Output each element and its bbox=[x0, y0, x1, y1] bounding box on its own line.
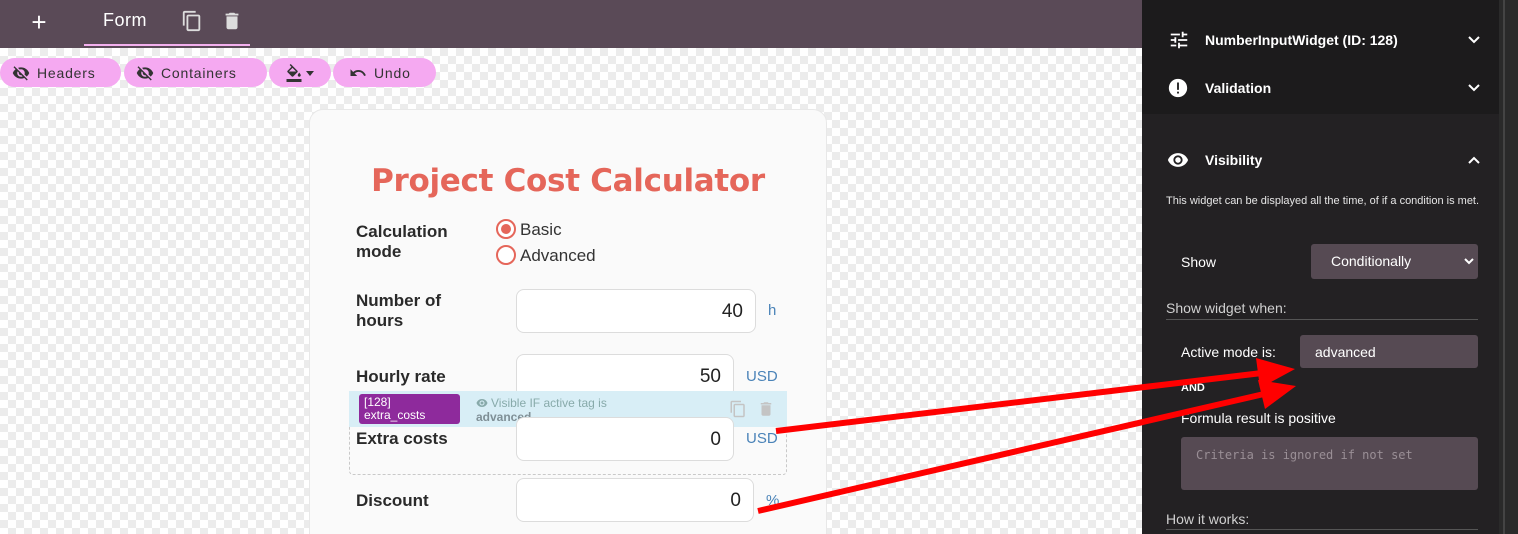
eye-off-icon bbox=[12, 65, 30, 80]
rate-label: Hourly rate bbox=[356, 367, 446, 386]
chevron-down-icon[interactable] bbox=[1463, 255, 1475, 267]
copy-icon[interactable] bbox=[181, 10, 203, 32]
hours-label: Number of hours bbox=[356, 291, 441, 330]
widget-header-title[interactable]: NumberInputWidget (ID: 128) bbox=[1205, 32, 1398, 48]
undo-button[interactable]: Undo bbox=[333, 58, 436, 87]
panel-scrollbar[interactable] bbox=[1499, 0, 1518, 534]
copy-icon[interactable] bbox=[729, 399, 747, 419]
extra-costs-input[interactable]: 0 bbox=[516, 417, 734, 461]
calc-mode-label: Calculation mode bbox=[356, 222, 448, 261]
eye-icon bbox=[476, 399, 488, 407]
hours-input[interactable]: 40 bbox=[516, 289, 756, 333]
validation-header-title[interactable]: Validation bbox=[1205, 80, 1271, 96]
tab-form-label: Form bbox=[103, 10, 147, 30]
toggle-containers-button[interactable]: Containers bbox=[124, 58, 267, 87]
criteria-textarea[interactable]: Criteria is ignored if not set bbox=[1181, 437, 1478, 490]
active-mode-input[interactable]: advanced bbox=[1300, 335, 1478, 368]
extra-costs-label: Extra costs bbox=[356, 429, 448, 448]
discount-input[interactable]: 0 bbox=[516, 478, 754, 522]
chevron-down-icon[interactable] bbox=[1467, 81, 1481, 95]
undo-icon bbox=[350, 68, 366, 76]
radio-basic-label: Basic bbox=[520, 220, 562, 239]
tab-form[interactable]: Form bbox=[84, 0, 250, 46]
divider bbox=[1166, 529, 1478, 530]
visibility-header-title[interactable]: Visibility bbox=[1205, 152, 1262, 168]
trash-icon[interactable] bbox=[221, 10, 243, 32]
tune-icon bbox=[1170, 31, 1188, 49]
widget-name: extra_costs bbox=[364, 408, 426, 422]
visibility-note-text: Visible IF active tag is bbox=[491, 396, 607, 410]
radio-advanced[interactable] bbox=[496, 245, 516, 265]
chevron-up-icon[interactable] bbox=[1467, 153, 1481, 167]
divider bbox=[1166, 319, 1478, 320]
panel-scrollbar-line bbox=[1503, 0, 1505, 534]
paint-bucket-icon bbox=[286, 63, 302, 82]
active-mode-label: Active mode is: bbox=[1181, 344, 1276, 360]
form-title: Project Cost Calculator bbox=[371, 163, 765, 199]
panel-header-section bbox=[1142, 0, 1499, 114]
visibility-description: This widget can be displayed all the tim… bbox=[1166, 195, 1480, 207]
eye-icon bbox=[1167, 153, 1189, 167]
eye-off-icon bbox=[136, 65, 154, 80]
how-it-works-label: How it works: bbox=[1166, 511, 1250, 527]
undo-label: Undo bbox=[374, 64, 411, 81]
widget-id-badge: [128] extra_costs bbox=[359, 394, 460, 424]
show-when-label: Show widget when: bbox=[1166, 300, 1287, 316]
and-label: AND bbox=[1181, 382, 1205, 394]
trash-icon[interactable] bbox=[757, 399, 775, 419]
show-label: Show bbox=[1181, 254, 1217, 270]
top-bar: + Form bbox=[0, 0, 1142, 48]
radio-basic[interactable] bbox=[496, 219, 516, 239]
discount-label: Discount bbox=[356, 491, 429, 510]
caret-down-icon bbox=[306, 70, 314, 76]
show-select[interactable]: Conditionally bbox=[1311, 244, 1478, 279]
add-tab-button[interactable]: + bbox=[26, 9, 52, 35]
alert-circle-icon bbox=[1168, 78, 1188, 98]
fill-color-button[interactable] bbox=[269, 58, 331, 87]
containers-label: Containers bbox=[161, 64, 237, 81]
formula-label: Formula result is positive bbox=[1181, 410, 1336, 426]
headers-label: Headers bbox=[37, 64, 96, 81]
rate-unit: USD bbox=[746, 368, 778, 385]
toggle-headers-button[interactable]: Headers bbox=[0, 58, 121, 87]
hours-unit: h bbox=[768, 302, 777, 319]
discount-unit: % bbox=[766, 492, 780, 509]
radio-advanced-label: Advanced bbox=[520, 246, 596, 265]
chevron-down-icon[interactable] bbox=[1467, 33, 1481, 47]
extra-costs-unit: USD bbox=[746, 430, 778, 447]
